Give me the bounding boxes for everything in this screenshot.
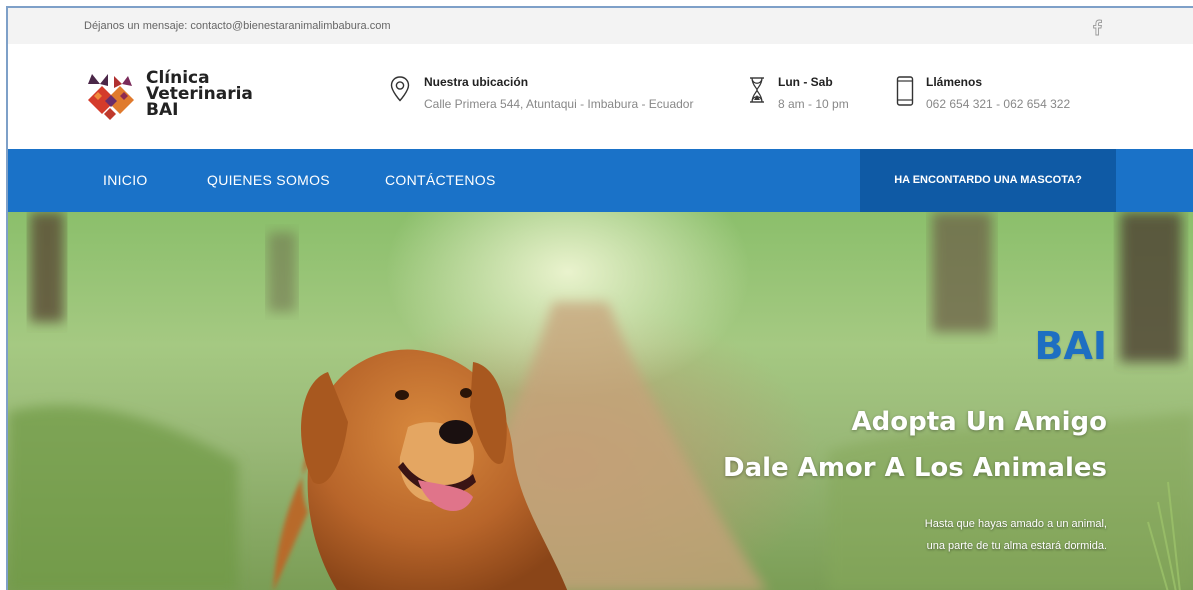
hero-subtext-1: Hasta que hayas amado a un animal, bbox=[924, 518, 1107, 530]
hours-title: Lun - Sab bbox=[778, 75, 833, 89]
phone-title: Llámenos bbox=[926, 75, 983, 89]
hero-subtext-2: una parte de tu alma estará dormida. bbox=[926, 540, 1107, 552]
contact-message[interactable]: Déjanos un mensaje: contacto@bienestaran… bbox=[84, 20, 391, 32]
hero-headline-1: Adopta Un Amigo bbox=[851, 407, 1107, 437]
hero-banner: BAI Adopta Un Amigo Dale Amor A Los Anim… bbox=[8, 212, 1193, 590]
cat-dog-logo-icon bbox=[88, 74, 134, 120]
top-bar: Déjanos un mensaje: contacto@bienestaran… bbox=[8, 8, 1193, 44]
hero-background-image bbox=[8, 212, 1193, 590]
hours-info: Lun - Sab 8 am - 10 pm bbox=[748, 73, 868, 117]
location-info: Nuestra ubicación Calle Primera 544, Atu… bbox=[390, 73, 710, 117]
location-value: Calle Primera 544, Atuntaqui - Imbabura … bbox=[424, 97, 694, 111]
brand-line-3: BAI bbox=[146, 100, 179, 120]
nav-item-inicio[interactable]: INICIO bbox=[103, 172, 148, 188]
hours-value: 8 am - 10 pm bbox=[778, 97, 849, 111]
phone-icon bbox=[896, 76, 914, 106]
hero-brand: BAI bbox=[1034, 324, 1107, 368]
browser-viewport: Déjanos un mensaje: contacto@bienestaran… bbox=[6, 6, 1193, 590]
location-pin-icon bbox=[390, 76, 410, 102]
nav-item-contactenos[interactable]: CONTÁCTENOS bbox=[385, 172, 496, 188]
found-pet-button[interactable]: HA ENCONTARDO UNA MASCOTA? bbox=[860, 149, 1116, 212]
hero-headline-2: Dale Amor A Los Animales bbox=[722, 453, 1107, 483]
phone-value[interactable]: 062 654 321 - 062 654 322 bbox=[926, 97, 1070, 111]
main-nav: INICIO QUIENES SOMOS CONTÁCTENOS HA ENCO… bbox=[8, 149, 1193, 212]
hourglass-icon bbox=[750, 77, 764, 103]
phone-info: Llámenos 062 654 321 - 062 654 322 bbox=[896, 73, 1096, 117]
location-title: Nuestra ubicación bbox=[424, 75, 529, 89]
site-header: Clínica Veterinaria BAI Nuestra ubicació… bbox=[8, 44, 1193, 149]
clinic-logo[interactable]: Clínica Veterinaria BAI bbox=[86, 68, 276, 128]
nav-item-quienes-somos[interactable]: QUIENES SOMOS bbox=[207, 172, 330, 188]
facebook-icon[interactable] bbox=[1090, 18, 1104, 36]
